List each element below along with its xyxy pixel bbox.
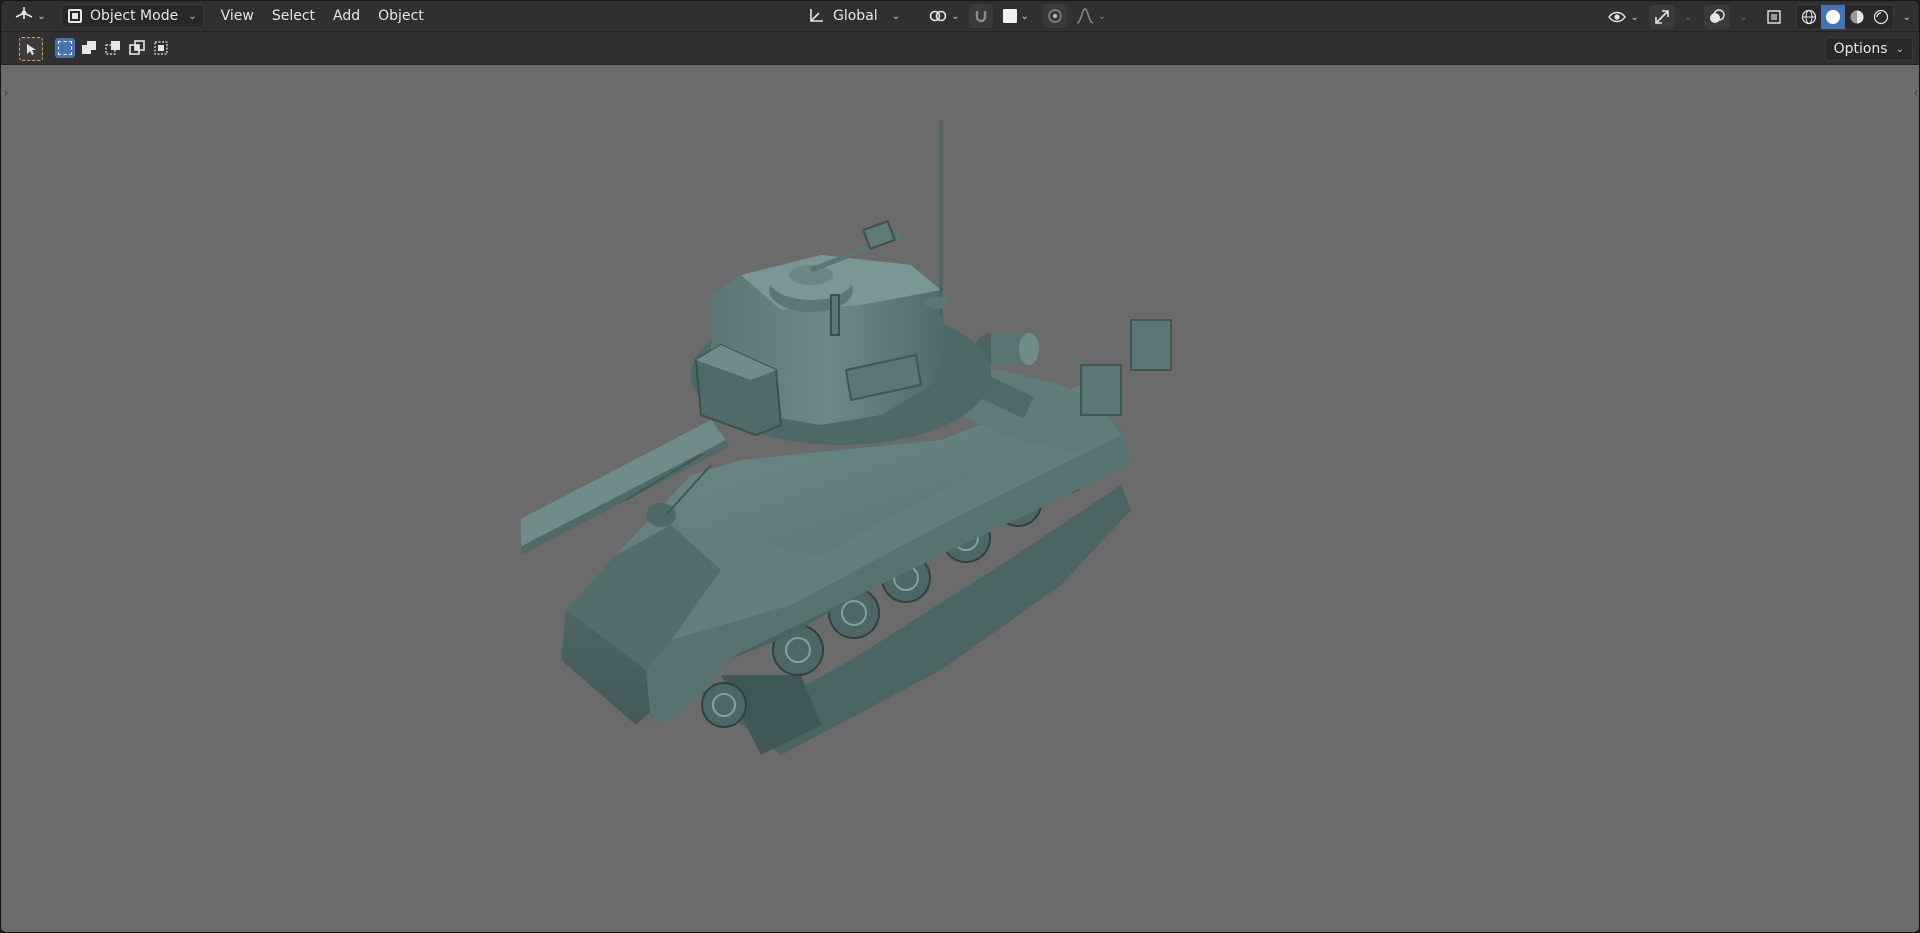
snap-toggle[interactable] bbox=[969, 4, 994, 28]
chevron-down-icon: ⌄ bbox=[1020, 10, 1029, 22]
selection-mode-group bbox=[55, 38, 171, 58]
snap-target-icon bbox=[1003, 9, 1018, 23]
wireframe-sphere-icon bbox=[1801, 9, 1817, 25]
shading-material-preview-button[interactable] bbox=[1845, 5, 1869, 29]
chevron-down-icon: ⌄ bbox=[951, 10, 960, 22]
overlay-toggle[interactable] bbox=[1704, 5, 1731, 29]
mode-select-value: Object Mode bbox=[90, 8, 179, 24]
rendered-sphere-icon bbox=[1873, 9, 1889, 25]
object-mode-icon bbox=[68, 9, 82, 23]
solid-sphere-icon bbox=[1825, 10, 1840, 24]
falloff-dropdown[interactable]: ⌄ bbox=[1073, 4, 1108, 28]
overlay-icon bbox=[1708, 8, 1726, 26]
viewport-header: ⌄ Object Mode ⌄ View Select Add Object G… bbox=[1, 1, 1919, 32]
falloff-curve-icon bbox=[1075, 7, 1095, 25]
3d-viewport[interactable]: › ‹ bbox=[1, 65, 1919, 932]
transform-controls: Global ⌄ ⌄ ⌄ ⌄ bbox=[801, 4, 1108, 28]
editor-type-button[interactable]: ⌄ bbox=[11, 4, 49, 28]
orientation-axes-icon bbox=[807, 7, 825, 25]
shading-rendered-button[interactable] bbox=[1869, 5, 1893, 29]
shading-solid-button[interactable] bbox=[1820, 5, 1845, 29]
shading-wireframe-button[interactable] bbox=[1797, 5, 1821, 29]
chevron-down-icon: ⌄ bbox=[1097, 10, 1107, 22]
overlay-dropdown-chevron[interactable]: ⌄ bbox=[1739, 12, 1747, 23]
transform-orientation-dropdown[interactable]: Global ⌄ bbox=[801, 4, 906, 28]
proportional-editing-icon bbox=[1047, 8, 1063, 24]
selection-subtract-button[interactable] bbox=[103, 38, 123, 58]
options-label: Options bbox=[1833, 41, 1888, 57]
select-box-tool-icon bbox=[24, 42, 38, 56]
options-dropdown[interactable]: Options ⌄ bbox=[1824, 37, 1913, 61]
select-intersect-icon bbox=[153, 40, 169, 56]
shading-mode-selector bbox=[1795, 4, 1894, 30]
menu-add[interactable]: Add bbox=[324, 4, 369, 28]
toolbar-expand-arrow[interactable]: › bbox=[1, 85, 11, 101]
selection-set-new-button[interactable] bbox=[55, 38, 75, 58]
object-visibility-dropdown[interactable]: ⌄ bbox=[1603, 5, 1642, 29]
gizmo-dropdown-chevron[interactable]: ⌄ bbox=[1684, 12, 1692, 23]
blender-3d-viewport-window: ⌄ Object Mode ⌄ View Select Add Object G… bbox=[0, 0, 1920, 933]
xray-toggle[interactable] bbox=[1762, 5, 1786, 29]
tank-model[interactable] bbox=[521, 115, 1361, 835]
snap-magnet-icon bbox=[973, 8, 989, 24]
menu-select[interactable]: Select bbox=[263, 4, 324, 28]
pivot-point-icon bbox=[928, 7, 948, 25]
tool-settings-header: Options ⌄ bbox=[1, 32, 1919, 65]
shading-dropdown-chevron[interactable]: ⌄ bbox=[1903, 12, 1911, 23]
chevron-down-icon: ⌄ bbox=[37, 10, 46, 22]
gizmo-toggle[interactable] bbox=[1648, 5, 1675, 29]
selection-intersect-button[interactable] bbox=[151, 38, 171, 58]
chevron-down-icon: ⌄ bbox=[188, 10, 197, 22]
select-subtract-icon bbox=[105, 40, 121, 56]
viewport-editor-icon bbox=[14, 5, 34, 27]
chevron-down-icon: ⌄ bbox=[1630, 11, 1639, 23]
selection-invert-button[interactable] bbox=[127, 38, 147, 58]
menu-object[interactable]: Object bbox=[369, 4, 433, 28]
view-display-controls: ⌄ ⌄ ⌄ ⌄ bbox=[1603, 4, 1911, 30]
material-sphere-icon bbox=[1849, 9, 1865, 25]
visibility-eye-icon bbox=[1607, 8, 1627, 26]
active-tool-button[interactable] bbox=[19, 37, 43, 61]
chevron-down-icon: ⌄ bbox=[891, 10, 901, 22]
sidebar-expand-arrow[interactable]: ‹ bbox=[1911, 85, 1919, 101]
gizmo-icon bbox=[1653, 8, 1671, 26]
select-invert-icon bbox=[129, 40, 145, 56]
transform-orientation-value: Global bbox=[833, 8, 878, 24]
snap-target-dropdown[interactable]: ⌄ bbox=[999, 4, 1032, 28]
menu-view[interactable]: View bbox=[212, 4, 263, 28]
xray-icon bbox=[1766, 9, 1782, 25]
selection-extend-button[interactable] bbox=[79, 38, 99, 58]
chevron-down-icon: ⌄ bbox=[1895, 43, 1904, 55]
proportional-editing-toggle[interactable] bbox=[1042, 4, 1067, 28]
mode-select-dropdown[interactable]: Object Mode ⌄ bbox=[61, 4, 204, 28]
pivot-point-dropdown[interactable]: ⌄ bbox=[924, 4, 963, 28]
select-new-icon bbox=[58, 41, 72, 55]
select-extend-icon bbox=[81, 40, 97, 56]
viewport-menus: View Select Add Object bbox=[212, 4, 433, 28]
